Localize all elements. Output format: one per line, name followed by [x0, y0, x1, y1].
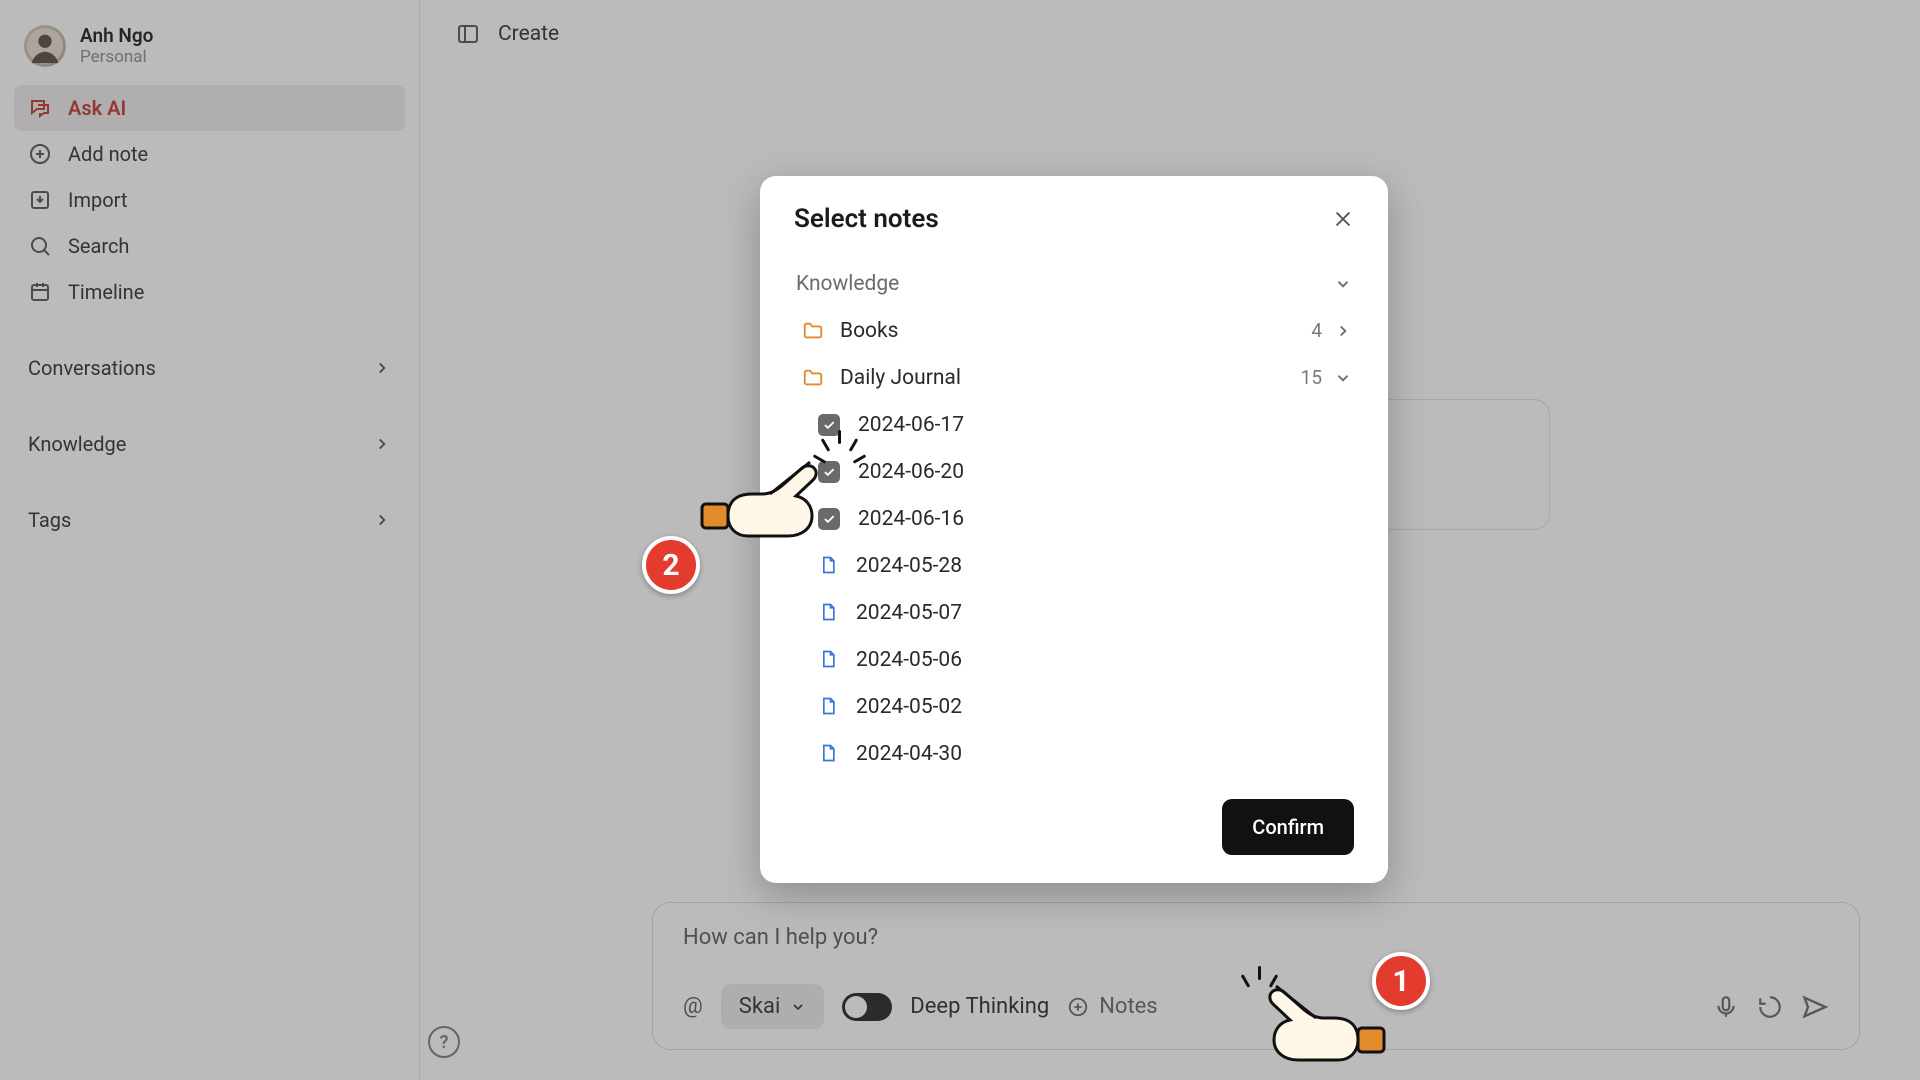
note-label: 2024-06-16	[858, 507, 964, 531]
note-label: 2024-05-07	[856, 601, 962, 625]
checkbox-checked[interactable]	[818, 461, 840, 483]
note-row[interactable]: 2024-05-28	[788, 542, 1360, 589]
document-icon	[818, 555, 838, 577]
note-row[interactable]: 2024-05-06	[788, 636, 1360, 683]
note-label: 2024-05-28	[856, 554, 962, 578]
notes-tree: Knowledge Books 4 Daily Journal 15 2024-…	[760, 256, 1388, 777]
note-row[interactable]: 2024-06-16	[788, 495, 1360, 542]
close-icon[interactable]	[1332, 208, 1354, 230]
folder-daily-journal[interactable]: Daily Journal 15	[788, 354, 1360, 401]
document-icon	[818, 743, 838, 765]
chevron-down-icon	[1334, 369, 1352, 387]
note-label: 2024-05-06	[856, 648, 962, 672]
note-label: 2024-06-17	[858, 413, 964, 437]
select-notes-modal: Select notes Knowledge Books 4 Daily Jou…	[760, 176, 1388, 883]
document-icon	[818, 602, 838, 624]
note-row[interactable]: 2024-05-07	[788, 589, 1360, 636]
note-label: 2024-04-30	[856, 742, 962, 766]
folder-icon	[802, 320, 824, 342]
confirm-button[interactable]: Confirm	[1222, 799, 1354, 855]
note-row[interactable]: 2024-04-30	[788, 730, 1360, 777]
note-row[interactable]: 2024-06-20	[788, 448, 1360, 495]
tree-root-label: Knowledge	[796, 272, 899, 296]
folder-count: 4	[1311, 319, 1322, 342]
folder-count: 15	[1301, 366, 1322, 389]
note-label: 2024-05-02	[856, 695, 962, 719]
folder-books[interactable]: Books 4	[788, 307, 1360, 354]
chevron-down-icon	[1334, 275, 1352, 293]
note-label: 2024-06-20	[858, 460, 964, 484]
tree-root[interactable]: Knowledge	[788, 260, 1360, 307]
chevron-right-icon	[1334, 322, 1352, 340]
document-icon	[818, 696, 838, 718]
checkbox-checked[interactable]	[818, 414, 840, 436]
note-row[interactable]: 2024-06-17	[788, 401, 1360, 448]
document-icon	[818, 649, 838, 671]
checkbox-checked[interactable]	[818, 508, 840, 530]
note-row[interactable]: 2024-05-02	[788, 683, 1360, 730]
app-root: Anh Ngo Personal Ask AI Add note Import	[0, 0, 1920, 1080]
modal-title: Select notes	[794, 204, 939, 234]
folder-label: Books	[840, 319, 899, 343]
folder-label: Daily Journal	[840, 366, 961, 390]
folder-icon	[802, 367, 824, 389]
